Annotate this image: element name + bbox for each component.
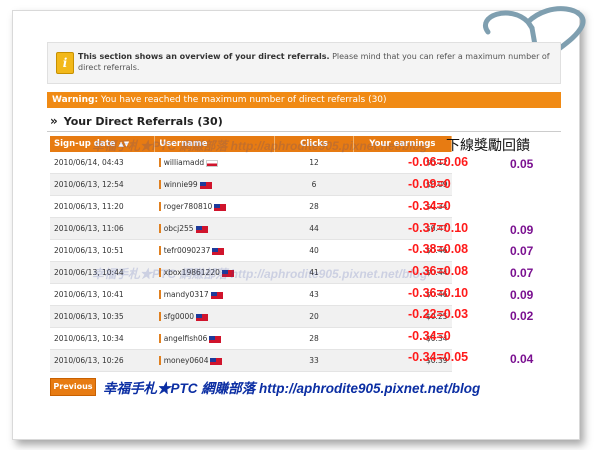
table-row: 2010/06/13, 10:51 tefr0090237 40 $0.46 <box>50 239 452 262</box>
calc-annotation: -0.22=0.03 <box>408 307 469 321</box>
clicks-cell: 20 <box>274 305 354 328</box>
calc-annotation: -0.34=0 <box>408 329 451 343</box>
warning-bar: Warning: You have reached the maximum nu… <box>47 92 561 108</box>
poland-flag-icon <box>206 159 219 167</box>
section-title-text: Your Direct Referrals (30) <box>63 115 223 128</box>
info-bold-text: This section shows an overview of your d… <box>78 52 330 61</box>
section-title: » Your Direct Referrals (30) <box>50 114 223 128</box>
warning-text: You have reached the maximum number of d… <box>98 95 387 105</box>
info-box: i This section shows an overview of your… <box>47 42 561 84</box>
warning-label: Warning: <box>52 95 99 105</box>
signup-date-cell: 2010/06/13, 10:35 <box>50 305 155 328</box>
reward-annotation: 0.05 <box>510 157 534 171</box>
username-cell: winnie99 <box>154 173 275 196</box>
clicks-cell: 44 <box>274 217 354 240</box>
reward-header-note: 下線獎勵回饋 <box>446 138 530 154</box>
reward-annotation: 0.07 <box>510 244 534 258</box>
referrals-panel: i This section shows an overview of your… <box>47 42 561 402</box>
signup-date-cell: 2010/06/13, 11:20 <box>50 195 155 218</box>
clicks-cell: 28 <box>274 327 354 350</box>
reward-annotation: 0.09 <box>510 288 534 302</box>
previous-page-button[interactable]: Previous <box>50 378 96 396</box>
calc-annotation: -0.34=0 <box>408 199 451 213</box>
divider <box>47 131 561 132</box>
calc-annotation: -0.38=0.08 <box>408 242 469 256</box>
signup-date-cell: 2010/06/13, 12:54 <box>50 173 155 196</box>
username: roger780810 <box>158 202 213 211</box>
clicks-cell: 6 <box>274 173 354 196</box>
table-row: 2010/06/13, 10:35 sfg0000 20 $0.25 <box>50 305 452 328</box>
table-row: 2010/06/13, 11:06 obcj255 44 $0.47 <box>50 217 452 240</box>
username: winnie99 <box>158 180 198 189</box>
clicks-cell: 28 <box>274 195 354 218</box>
taiwan-flag-icon <box>209 335 222 343</box>
reward-annotation: 0.09 <box>510 223 534 237</box>
ghost-watermark: 幸福手札★PTC 網賺部落 http://aphrodite905.pixnet… <box>92 267 428 281</box>
username: tefr0090237 <box>158 246 211 255</box>
signup-date-cell: 2010/06/13, 11:06 <box>50 217 155 240</box>
taiwan-flag-icon <box>210 357 223 365</box>
username-cell: obcj255 <box>154 217 275 240</box>
table-row: 2010/06/13, 10:41 mandy0317 43 $0.46 <box>50 283 452 306</box>
username-cell: williamadd <box>154 152 275 174</box>
username-cell: roger780810 <box>154 195 275 218</box>
calc-annotation: -0.06=0.06 <box>408 155 469 169</box>
username-cell: angelfish06 <box>154 327 275 350</box>
double-chevron-icon: » <box>50 114 58 128</box>
info-text: This section shows an overview of your d… <box>78 51 556 73</box>
taiwan-flag-icon <box>195 225 208 233</box>
username-cell: money0604 <box>154 349 275 372</box>
clicks-cell: 12 <box>274 152 354 174</box>
clicks-cell: 43 <box>274 283 354 306</box>
signup-date-cell: 2010/06/14, 04:43 <box>50 152 155 174</box>
reward-annotation: 0.04 <box>510 352 534 366</box>
taiwan-flag-icon <box>199 181 212 189</box>
username-cell: sfg0000 <box>154 305 275 328</box>
username: angelfish06 <box>158 334 208 343</box>
username: williamadd <box>158 158 205 167</box>
signup-date-cell: 2010/06/13, 10:34 <box>50 327 155 350</box>
calc-annotation: -0.37=0.10 <box>408 221 469 235</box>
taiwan-flag-icon <box>212 247 225 255</box>
table-row: 2010/06/14, 04:43 williamadd 12 $0.12 <box>50 152 452 174</box>
calc-annotation: -0.36=0.08 <box>408 264 469 278</box>
signup-date-cell: 2010/06/13, 10:51 <box>50 239 155 262</box>
username: obcj255 <box>158 224 194 233</box>
table-row: 2010/06/13, 10:26 money0604 33 $0.39 <box>50 349 452 372</box>
username: mandy0317 <box>158 290 209 299</box>
username: money0604 <box>158 356 209 365</box>
calc-annotation: -0.34=0.05 <box>408 350 469 364</box>
calc-annotation: -0.09=0 <box>408 177 451 191</box>
reward-annotation: 0.02 <box>510 309 534 323</box>
signup-date-cell: 2010/06/13, 10:41 <box>50 283 155 306</box>
info-icon: i <box>56 52 74 74</box>
signup-date-cell: 2010/06/13, 10:26 <box>50 349 155 372</box>
username: sfg0000 <box>158 312 195 321</box>
username-cell: tefr0090237 <box>154 239 275 262</box>
taiwan-flag-icon <box>196 313 209 321</box>
calc-annotation: -0.36=0.10 <box>408 286 469 300</box>
reward-annotation: 0.07 <box>510 266 534 280</box>
username-cell: mandy0317 <box>154 283 275 306</box>
taiwan-flag-icon <box>210 291 223 299</box>
table-row: 2010/06/13, 10:34 angelfish06 28 $0.34 <box>50 327 452 350</box>
ghost-watermark: 幸福手札★PTC 網賺部落 http://aphrodite905.pixnet… <box>92 139 428 153</box>
clicks-cell: 33 <box>274 349 354 372</box>
table-row: 2010/06/13, 12:54 winnie99 6 $0.09 <box>50 173 452 196</box>
taiwan-flag-icon <box>214 203 227 211</box>
table-row: 2010/06/13, 11:20 roger780810 28 $0.34 <box>50 195 452 218</box>
blog-watermark: 幸福手札★PTC 網賺部落 http://aphrodite905.pixnet… <box>103 381 481 396</box>
clicks-cell: 40 <box>274 239 354 262</box>
referrals-table: Sign-up date ▲▼ Username Clicks Your ear… <box>50 136 453 372</box>
